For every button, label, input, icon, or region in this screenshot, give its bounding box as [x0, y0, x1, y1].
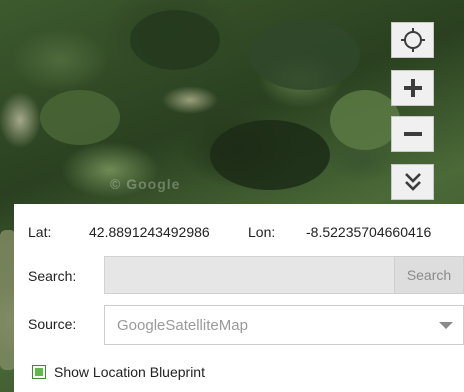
chevron-down-icon: [439, 322, 453, 329]
lat-value: 42.8891243492986: [89, 224, 210, 240]
blueprint-checkbox[interactable]: [32, 365, 46, 379]
minus-icon: [402, 123, 424, 145]
plus-icon: [402, 77, 424, 99]
blueprint-label[interactable]: Show Location Blueprint: [54, 364, 205, 380]
source-label: Source:: [28, 316, 77, 332]
search-input[interactable]: [104, 256, 408, 294]
locate-button[interactable]: [391, 22, 434, 58]
search-label: Search:: [28, 268, 77, 284]
source-selected-value: GoogleSatelliteMap: [117, 316, 248, 334]
map-watermark: © Google: [110, 176, 181, 192]
lon-value: -8.52235704660416: [306, 224, 432, 240]
location-panel: Lat: 42.8891243492986 Lon: -8.5223570466…: [14, 204, 464, 392]
lon-label: Lon:: [248, 224, 276, 240]
zoom-out-button[interactable]: [391, 116, 434, 152]
tree-canopy: [250, 20, 360, 90]
zoom-in-button[interactable]: [391, 70, 434, 106]
tree-canopy: [330, 90, 400, 150]
source-select[interactable]: GoogleSatelliteMap: [104, 305, 464, 345]
search-button[interactable]: Search: [394, 256, 464, 294]
tree-canopy: [40, 90, 120, 145]
crosshair-icon: [400, 27, 426, 53]
collapse-button[interactable]: [391, 164, 434, 200]
tree-canopy: [130, 10, 220, 70]
tree-canopy: [210, 120, 330, 190]
double-chevron-down-icon: [402, 171, 424, 193]
lat-label: Lat:: [28, 224, 52, 240]
